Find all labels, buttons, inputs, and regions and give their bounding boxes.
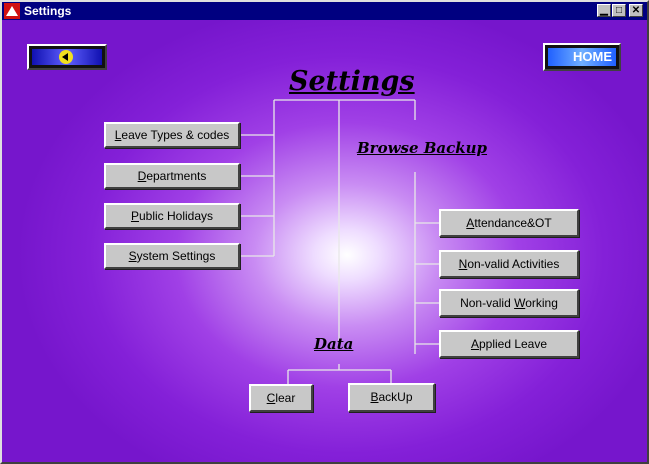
clear-button[interactable]: Clear [249, 384, 313, 412]
departments-button[interactable]: Departments [104, 163, 240, 189]
button-label-suffix: eave Types & codes [121, 128, 230, 142]
maximize-button[interactable]: □ [612, 4, 626, 17]
app-icon [4, 3, 20, 19]
public-holidays-button[interactable]: Public Holidays [104, 203, 240, 229]
minimize-button[interactable]: ▁ [597, 4, 611, 17]
back-arrow-icon [59, 50, 73, 64]
home-button[interactable]: HOME [543, 43, 621, 71]
button-label-suffix: lear [275, 391, 296, 405]
button-label-suffix: ackUp [378, 390, 413, 404]
button-label-prefix: Non-valid [460, 296, 515, 310]
settings-window: Settings ▁ □ ✕ HOME Settings Browse Back… [0, 0, 649, 464]
button-mnemonic: A [470, 337, 479, 351]
non-valid-activities-button[interactable]: Non-valid Activities [439, 250, 579, 278]
button-label-suffix: ublic Holidays [138, 209, 214, 223]
title-bar: Settings ▁ □ ✕ [2, 2, 647, 20]
settings-content: HOME Settings Browse Backup Data Leave T… [2, 20, 647, 462]
button-label-suffix: pplied Leave [478, 337, 548, 351]
maximize-icon: □ [615, 5, 623, 16]
button-label-suffix: orking [525, 296, 558, 310]
close-icon: ✕ [631, 5, 641, 16]
close-button[interactable]: ✕ [629, 4, 643, 17]
button-mnemonic: D [137, 169, 147, 183]
button-mnemonic: S [128, 249, 137, 263]
minimize-icon: ▁ [600, 5, 608, 16]
non-valid-working-button[interactable]: Non-valid Working [439, 289, 579, 317]
button-mnemonic: W [514, 296, 526, 310]
window-title: Settings [24, 4, 72, 18]
button-label-suffix: epartments [146, 169, 207, 183]
backup-button[interactable]: BackUp [348, 383, 435, 412]
button-mnemonic: N [458, 257, 468, 271]
system-settings-button[interactable]: System Settings [104, 243, 240, 269]
browse-backup-heading: Browse Backup [357, 139, 488, 157]
button-label-suffix: on-valid Activities [467, 257, 560, 271]
button-mnemonic: P [130, 209, 139, 223]
leave-types-codes-button[interactable]: Leave Types & codes [104, 122, 240, 148]
page-title: Settings [289, 66, 415, 97]
back-button[interactable] [27, 44, 107, 70]
data-heading: Data [314, 335, 354, 353]
button-label-suffix: ystem Settings [136, 249, 216, 263]
back-button-face [32, 49, 102, 65]
button-mnemonic: B [370, 390, 379, 404]
home-button-label: HOME [548, 48, 616, 66]
button-label-suffix: ttendance&OT [474, 216, 552, 230]
applied-leave-button[interactable]: Applied Leave [439, 330, 579, 358]
attendance-ot-button[interactable]: Attendance&OT [439, 209, 579, 237]
